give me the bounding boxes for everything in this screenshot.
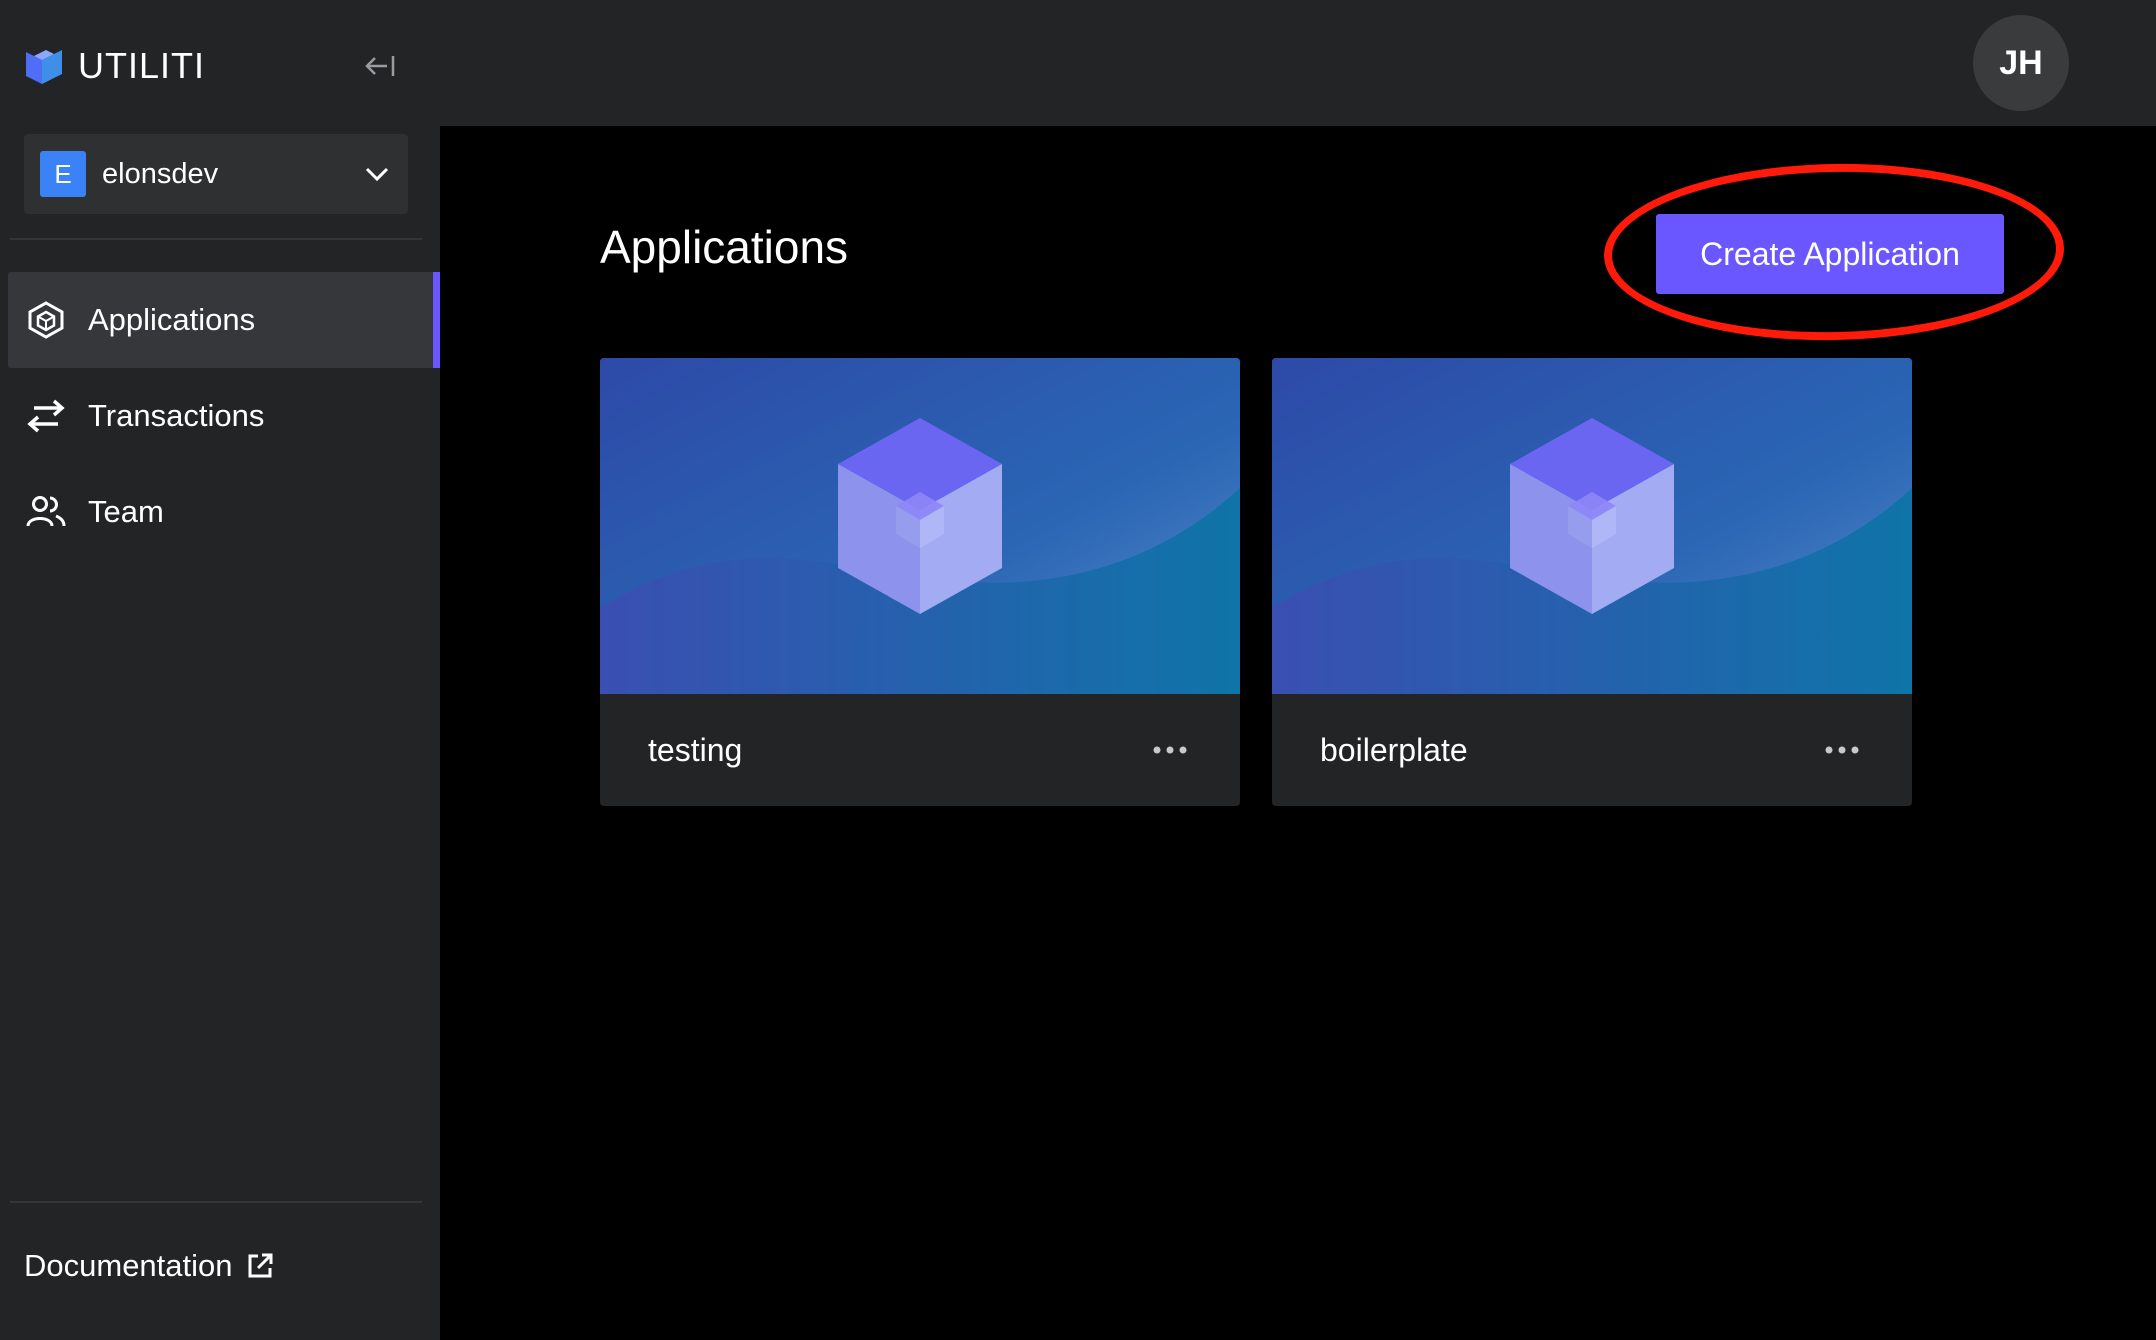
- swap-arrows-icon: [24, 394, 68, 438]
- create-application-button[interactable]: Create Application: [1656, 214, 2004, 294]
- sidebar-item-label: Transactions: [88, 398, 265, 433]
- sidebar-divider: [10, 1201, 422, 1203]
- sidebar-item-applications[interactable]: Applications: [8, 272, 440, 368]
- application-card-image: [1272, 358, 1912, 694]
- app-root: JH UTILITI E elonsdev Applications Trans…: [0, 0, 2156, 1340]
- cube-icon: [24, 298, 68, 342]
- sidebar-divider: [10, 238, 422, 240]
- sidebar-nav: Applications Transactions Team: [8, 272, 440, 560]
- collapse-left-icon: [365, 56, 395, 76]
- application-card[interactable]: boilerplate: [1272, 358, 1912, 806]
- application-name: boilerplate: [1320, 731, 1468, 768]
- application-card-footer: testing: [600, 694, 1240, 806]
- chevron-down-icon: [362, 159, 392, 189]
- collapse-sidebar-button[interactable]: [362, 48, 398, 84]
- application-card-image: [600, 358, 1240, 694]
- sidebar-item-label: Applications: [88, 302, 256, 337]
- application-list: testing boilerplate: [600, 358, 1912, 806]
- cube-illustration-icon: [1510, 418, 1674, 614]
- sidebar: UTILITI E elonsdev Applications Transact…: [0, 0, 440, 1340]
- top-bar: [440, 0, 2156, 126]
- sidebar-item-team[interactable]: Team: [8, 464, 440, 560]
- brand-name: UTILITI: [78, 45, 206, 86]
- more-options-icon[interactable]: [1820, 735, 1864, 765]
- external-link-icon: [245, 1251, 275, 1281]
- brand[interactable]: UTILITI: [24, 44, 205, 88]
- workspace-selector[interactable]: E elonsdev: [24, 134, 408, 214]
- sidebar-item-transactions[interactable]: Transactions: [8, 368, 440, 464]
- application-name: testing: [648, 731, 743, 768]
- documentation-label: Documentation: [24, 1248, 233, 1283]
- workspace-name: elonsdev: [102, 157, 219, 190]
- application-card-footer: boilerplate: [1272, 694, 1912, 806]
- people-icon: [24, 490, 68, 534]
- workspace-badge: E: [40, 151, 86, 197]
- page-title: Applications: [600, 221, 849, 273]
- utiliti-logo-icon: [26, 50, 62, 84]
- more-options-icon[interactable]: [1148, 735, 1192, 765]
- application-card[interactable]: testing: [600, 358, 1240, 806]
- cube-illustration-icon: [838, 418, 1002, 614]
- sidebar-item-label: Team: [88, 494, 164, 529]
- user-avatar[interactable]: JH: [1973, 15, 2069, 111]
- documentation-link[interactable]: Documentation: [24, 1244, 275, 1288]
